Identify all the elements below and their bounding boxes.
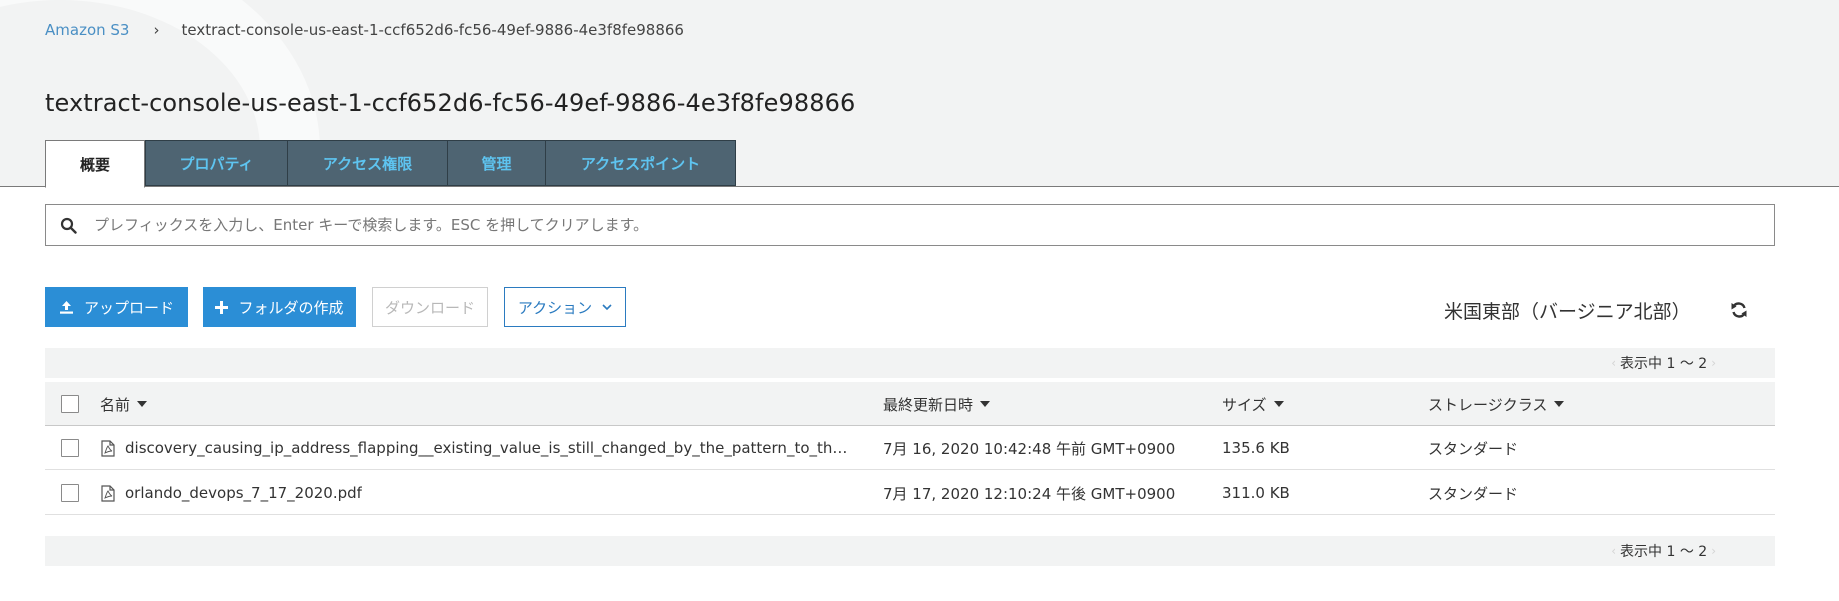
search-input[interactable] bbox=[90, 206, 1774, 244]
page-title: textract-console-us-east-1-ccf652d6-fc56… bbox=[45, 89, 856, 117]
select-all-checkbox[interactable] bbox=[61, 395, 79, 413]
pager-bottom: ‹ 表示中 1 〜 2 › bbox=[45, 536, 1775, 566]
actions-dropdown-label: アクション bbox=[517, 298, 593, 317]
storage-class-cell: スタンダード bbox=[1428, 439, 1519, 458]
actions-dropdown[interactable]: アクション bbox=[504, 287, 626, 327]
file-name-link[interactable]: discovery_causing_ip_address_flapping__e… bbox=[125, 439, 853, 457]
row-select-cell bbox=[61, 426, 79, 470]
pager-prev-button[interactable]: ‹ bbox=[1611, 544, 1616, 558]
sort-down-icon[interactable] bbox=[137, 401, 148, 407]
column-header-modified[interactable]: 最終更新日時 bbox=[883, 382, 991, 426]
download-button-label: ダウンロード bbox=[384, 298, 475, 317]
tab-label: プロパティ bbox=[179, 154, 254, 173]
tab-permissions[interactable]: アクセス権限 bbox=[288, 140, 448, 186]
breadcrumb-current: textract-console-us-east-1-ccf652d6-fc56… bbox=[181, 21, 684, 39]
sort-down-icon[interactable] bbox=[1554, 401, 1565, 407]
table-row[interactable]: discovery_causing_ip_address_flapping__e… bbox=[45, 426, 1775, 470]
pdf-file-icon bbox=[101, 484, 115, 502]
file-name-cell: orlando_devops_7_17_2020.pdf bbox=[101, 471, 362, 515]
create-folder-button-label: フォルダの作成 bbox=[238, 298, 344, 317]
storage-class-cell: スタンダード bbox=[1428, 484, 1519, 503]
chevron-down-icon bbox=[602, 303, 612, 311]
pdf-file-icon bbox=[101, 439, 115, 457]
tab-label: アクセスポイント bbox=[580, 154, 701, 173]
tab-access-points[interactable]: アクセスポイント bbox=[546, 140, 736, 186]
size-cell: 311.0 KB bbox=[1222, 484, 1290, 502]
pager-next-button[interactable]: › bbox=[1711, 356, 1716, 370]
breadcrumb: Amazon S3 › textract-console-us-east-1-c… bbox=[45, 19, 684, 41]
column-header-name[interactable]: 名前 bbox=[100, 382, 148, 426]
tab-overview[interactable]: 概要 bbox=[45, 140, 145, 188]
row-checkbox[interactable] bbox=[61, 439, 79, 457]
size-cell: 135.6 KB bbox=[1222, 439, 1290, 457]
pager-prev-button[interactable]: ‹ bbox=[1611, 356, 1616, 370]
region-label: 米国東部（バージニア北部） bbox=[1444, 301, 1691, 323]
column-header-size[interactable]: サイズ bbox=[1222, 382, 1284, 426]
table-row[interactable]: orlando_devops_7_17_2020.pdf 7月 17, 2020… bbox=[45, 471, 1775, 515]
pager-next-button[interactable]: › bbox=[1711, 544, 1716, 558]
tab-label: 管理 bbox=[481, 154, 512, 173]
tab-bar: 概要 プロパティ アクセス権限 管理 アクセスポイント bbox=[45, 140, 736, 188]
column-header-label: 名前 bbox=[100, 395, 131, 414]
row-select-cell bbox=[61, 471, 79, 515]
create-folder-button[interactable]: フォルダの作成 bbox=[203, 287, 356, 327]
file-name-link[interactable]: orlando_devops_7_17_2020.pdf bbox=[125, 484, 362, 502]
plus-icon bbox=[215, 300, 229, 314]
select-all-cell bbox=[61, 382, 79, 426]
pager-top: ‹ 表示中 1 〜 2 › bbox=[45, 348, 1775, 378]
sort-down-icon[interactable] bbox=[1273, 401, 1284, 407]
upload-button-label: アップロード bbox=[83, 298, 174, 317]
chevron-right-icon: › bbox=[153, 21, 160, 39]
sort-down-icon[interactable] bbox=[980, 401, 991, 407]
search-icon bbox=[46, 217, 90, 234]
pager-count: 表示中 1 〜 2 bbox=[1620, 356, 1708, 372]
tab-management[interactable]: 管理 bbox=[448, 140, 546, 186]
modified-cell: 7月 16, 2020 10:42:48 午前 GMT+0900 bbox=[883, 439, 1176, 458]
column-header-storage-class[interactable]: ストレージクラス bbox=[1428, 382, 1565, 426]
refresh-icon[interactable] bbox=[1729, 300, 1749, 320]
table-header: 名前 最終更新日時 サイズ ストレージクラス bbox=[45, 382, 1775, 426]
pager-count: 表示中 1 〜 2 bbox=[1620, 544, 1708, 560]
tab-label: 概要 bbox=[79, 155, 110, 174]
download-button[interactable]: ダウンロード bbox=[372, 287, 488, 327]
file-name-cell: discovery_causing_ip_address_flapping__e… bbox=[101, 426, 853, 470]
breadcrumb-root-link[interactable]: Amazon S3 bbox=[45, 21, 129, 39]
upload-icon bbox=[59, 300, 74, 315]
row-checkbox[interactable] bbox=[61, 484, 79, 502]
column-header-label: 最終更新日時 bbox=[883, 395, 974, 414]
column-header-label: ストレージクラス bbox=[1428, 395, 1548, 414]
tab-properties[interactable]: プロパティ bbox=[145, 140, 288, 186]
column-header-label: サイズ bbox=[1222, 395, 1267, 414]
tab-label: アクセス権限 bbox=[322, 154, 413, 173]
upload-button[interactable]: アップロード bbox=[45, 287, 188, 327]
search-bar bbox=[45, 204, 1775, 246]
modified-cell: 7月 17, 2020 12:10:24 午後 GMT+0900 bbox=[883, 484, 1176, 503]
